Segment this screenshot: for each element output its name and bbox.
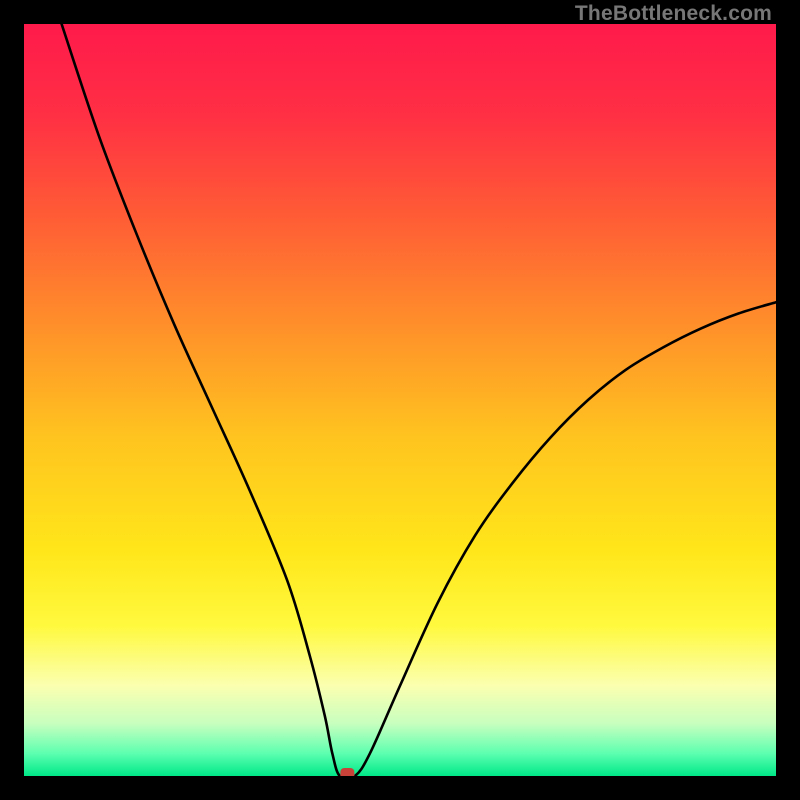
optimal-marker xyxy=(340,768,354,776)
chart-frame xyxy=(24,24,776,776)
bottleneck-chart xyxy=(24,24,776,776)
watermark-text: TheBottleneck.com xyxy=(575,2,772,26)
gradient-background xyxy=(24,24,776,776)
